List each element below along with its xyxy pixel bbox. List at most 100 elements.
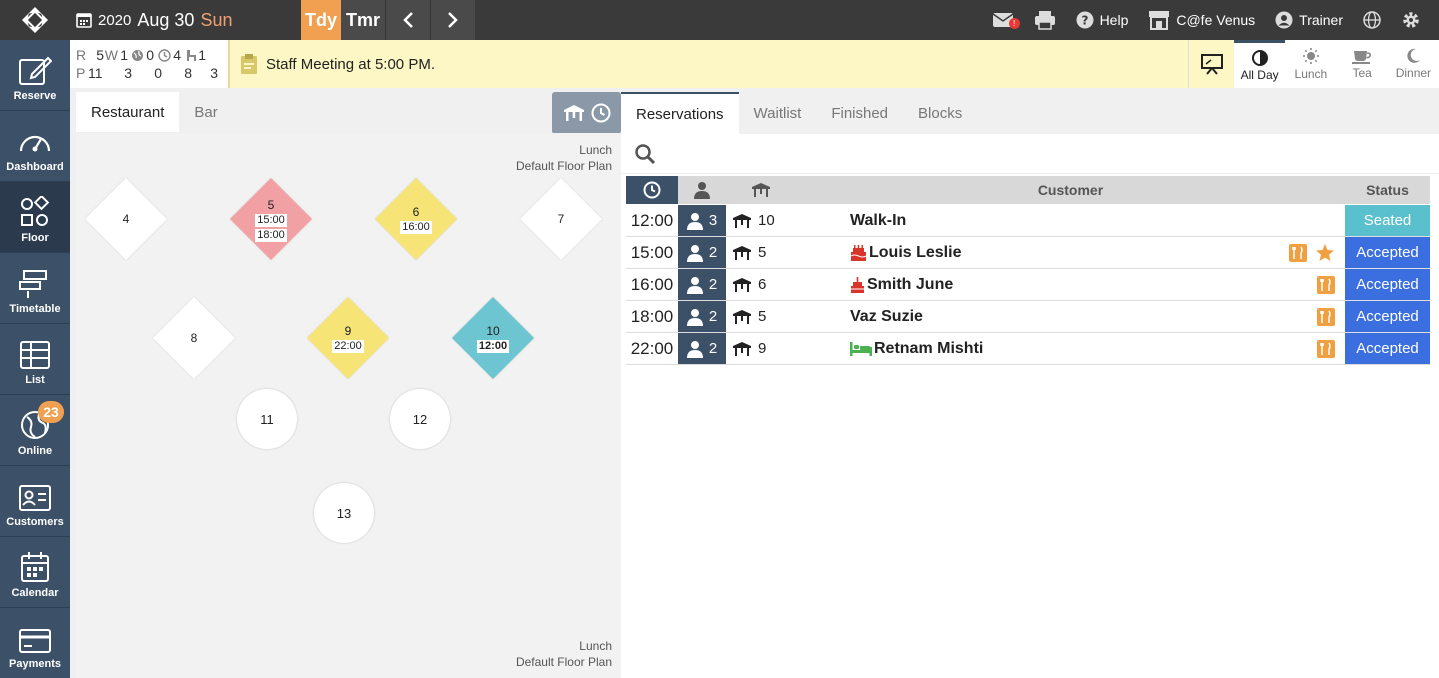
person-icon: [694, 182, 710, 199]
table-number: 9: [758, 340, 767, 357]
utensils-icon: [1317, 307, 1335, 326]
meal-dinner[interactable]: Dinner: [1388, 40, 1439, 88]
table-time: 12:00: [476, 340, 510, 353]
table-icon: [733, 245, 751, 260]
meal-tea[interactable]: Tea: [1337, 40, 1388, 88]
calendar-small-icon: [76, 13, 92, 28]
tab-restaurant[interactable]: Restaurant: [76, 92, 180, 132]
tab-finished[interactable]: Finished: [816, 92, 903, 134]
table-row[interactable]: 12:00 3 10 Walk-In Seated: [626, 205, 1430, 237]
booking-stats: R 5 W 1 0 4 1 P 11 3 0 8 3: [70, 40, 228, 88]
date-weekday: Sun: [200, 9, 233, 30]
stat-w-label: W: [104, 47, 118, 63]
status-badge[interactable]: Accepted: [1345, 333, 1430, 364]
search-bar[interactable]: [621, 134, 1439, 174]
sidebar-item-calendar[interactable]: Calendar: [0, 537, 70, 608]
credit-card-icon: [19, 629, 51, 653]
status-badge[interactable]: Accepted: [1345, 237, 1430, 268]
sidebar-item-customers[interactable]: Customers: [0, 466, 70, 537]
notice-banner[interactable]: Staff Meeting at 5:00 PM.: [228, 40, 1188, 88]
status-badge[interactable]: Accepted: [1345, 269, 1430, 300]
settings-button[interactable]: [1391, 10, 1431, 30]
customer-name: Vaz Suzie: [850, 307, 923, 325]
row-time: 12:00: [630, 210, 674, 230]
clock-icon: [591, 103, 610, 123]
help-icon: ?: [1076, 11, 1094, 29]
table-row[interactable]: 18:00 2 5 Vaz Suzie Accepted: [626, 301, 1430, 333]
utensils-icon: [1317, 275, 1335, 294]
tab-reservations[interactable]: Reservations: [621, 92, 739, 134]
user-menu[interactable]: Trainer: [1265, 11, 1353, 29]
row-customer: Louis Leslie: [796, 244, 1289, 262]
col-pax-header[interactable]: [678, 181, 726, 199]
tab-bar[interactable]: Bar: [179, 92, 232, 132]
sidebar-item-payments[interactable]: Payments: [0, 608, 70, 678]
row-time: 18:00: [630, 306, 674, 326]
meal-label: Tea: [1352, 66, 1372, 80]
stat-w-value: 1: [120, 47, 128, 63]
col-status-header[interactable]: Status: [1345, 182, 1430, 198]
user-circle-icon: [1275, 11, 1293, 29]
help-label: Help: [1099, 12, 1129, 28]
customer-name: Smith June: [867, 275, 954, 293]
row-time: 16:00: [630, 274, 674, 294]
table-number: 5: [758, 308, 767, 325]
search-icon: [635, 143, 655, 164]
floor-plan-label-bottom: Lunch Default Floor Plan: [516, 638, 612, 670]
sidebar-item-list[interactable]: List: [0, 324, 70, 395]
meal-label: Dinner: [1395, 66, 1432, 80]
prev-day-button[interactable]: [385, 0, 430, 40]
presentation-button[interactable]: [1188, 40, 1234, 88]
table-13[interactable]: 13: [314, 483, 374, 543]
gauge-icon: [19, 135, 51, 152]
stat-p2-value: 3: [124, 65, 132, 81]
status-badge[interactable]: Accepted: [1345, 301, 1430, 332]
col-time-header[interactable]: [626, 176, 678, 204]
row-pax: 3: [678, 205, 726, 236]
help-button[interactable]: ? Help: [1066, 11, 1139, 29]
restaurant-selector[interactable]: C@fe Venus: [1138, 10, 1265, 30]
next-day-button[interactable]: [430, 0, 475, 40]
app-logo[interactable]: [0, 0, 70, 40]
mail-button[interactable]: !: [982, 12, 1024, 29]
table-row[interactable]: 22:00 2 9 Retnam Mishti Accepted: [626, 333, 1430, 365]
pax-count: 2: [708, 340, 718, 357]
tab-blocks[interactable]: Blocks: [903, 92, 977, 134]
table-12[interactable]: 12: [390, 389, 450, 449]
row-pax: 2: [678, 237, 726, 268]
sidebar-item-reserve[interactable]: Reserve: [0, 40, 70, 111]
table-time: 15:00: [255, 214, 287, 227]
pax-count: 2: [708, 308, 718, 325]
status-badge[interactable]: Seated: [1345, 205, 1430, 236]
reservation-tabs: Reservations Waitlist Finished Blocks: [621, 92, 1439, 134]
date-selector[interactable]: 2020 Aug 30 Sun: [70, 0, 301, 40]
today-button[interactable]: Tdy: [301, 0, 341, 40]
meal-all-day[interactable]: All Day: [1234, 40, 1286, 88]
meal-lunch[interactable]: Lunch: [1285, 40, 1336, 88]
table-10-label: 10 12:00: [448, 324, 538, 353]
table-icon: [752, 183, 770, 197]
col-customer-header[interactable]: Customer: [796, 182, 1345, 198]
print-button[interactable]: [1024, 10, 1066, 30]
half-circle-icon: [1251, 49, 1268, 66]
globe-icon: [1363, 11, 1381, 29]
row-pax: 2: [678, 301, 726, 332]
table-row[interactable]: 16:00 2 6 Smith June Accepted: [626, 269, 1430, 301]
row-table: 10: [726, 212, 796, 229]
table-number: 4: [122, 212, 130, 226]
sidebar-item-timetable[interactable]: Timetable: [0, 253, 70, 324]
col-table-header[interactable]: [726, 182, 796, 198]
table-number: 5: [758, 244, 767, 261]
sidebar-label: Customers: [6, 516, 64, 528]
tab-waitlist[interactable]: Waitlist: [739, 92, 817, 134]
printer-icon: [1034, 11, 1055, 30]
language-button[interactable]: [1353, 11, 1391, 29]
sidebar-item-floor[interactable]: Floor: [0, 182, 70, 253]
tomorrow-button[interactable]: Tmr: [341, 0, 385, 40]
table-row[interactable]: 15:00 2 5 Louis Leslie Accepted: [626, 237, 1430, 269]
floor-view-toggle[interactable]: [552, 92, 621, 134]
sidebar-label: Timetable: [9, 303, 61, 315]
sidebar-item-online[interactable]: 23 Online: [0, 395, 70, 466]
sidebar-item-dashboard[interactable]: Dashboard: [0, 111, 70, 182]
table-11[interactable]: 11: [237, 389, 297, 449]
